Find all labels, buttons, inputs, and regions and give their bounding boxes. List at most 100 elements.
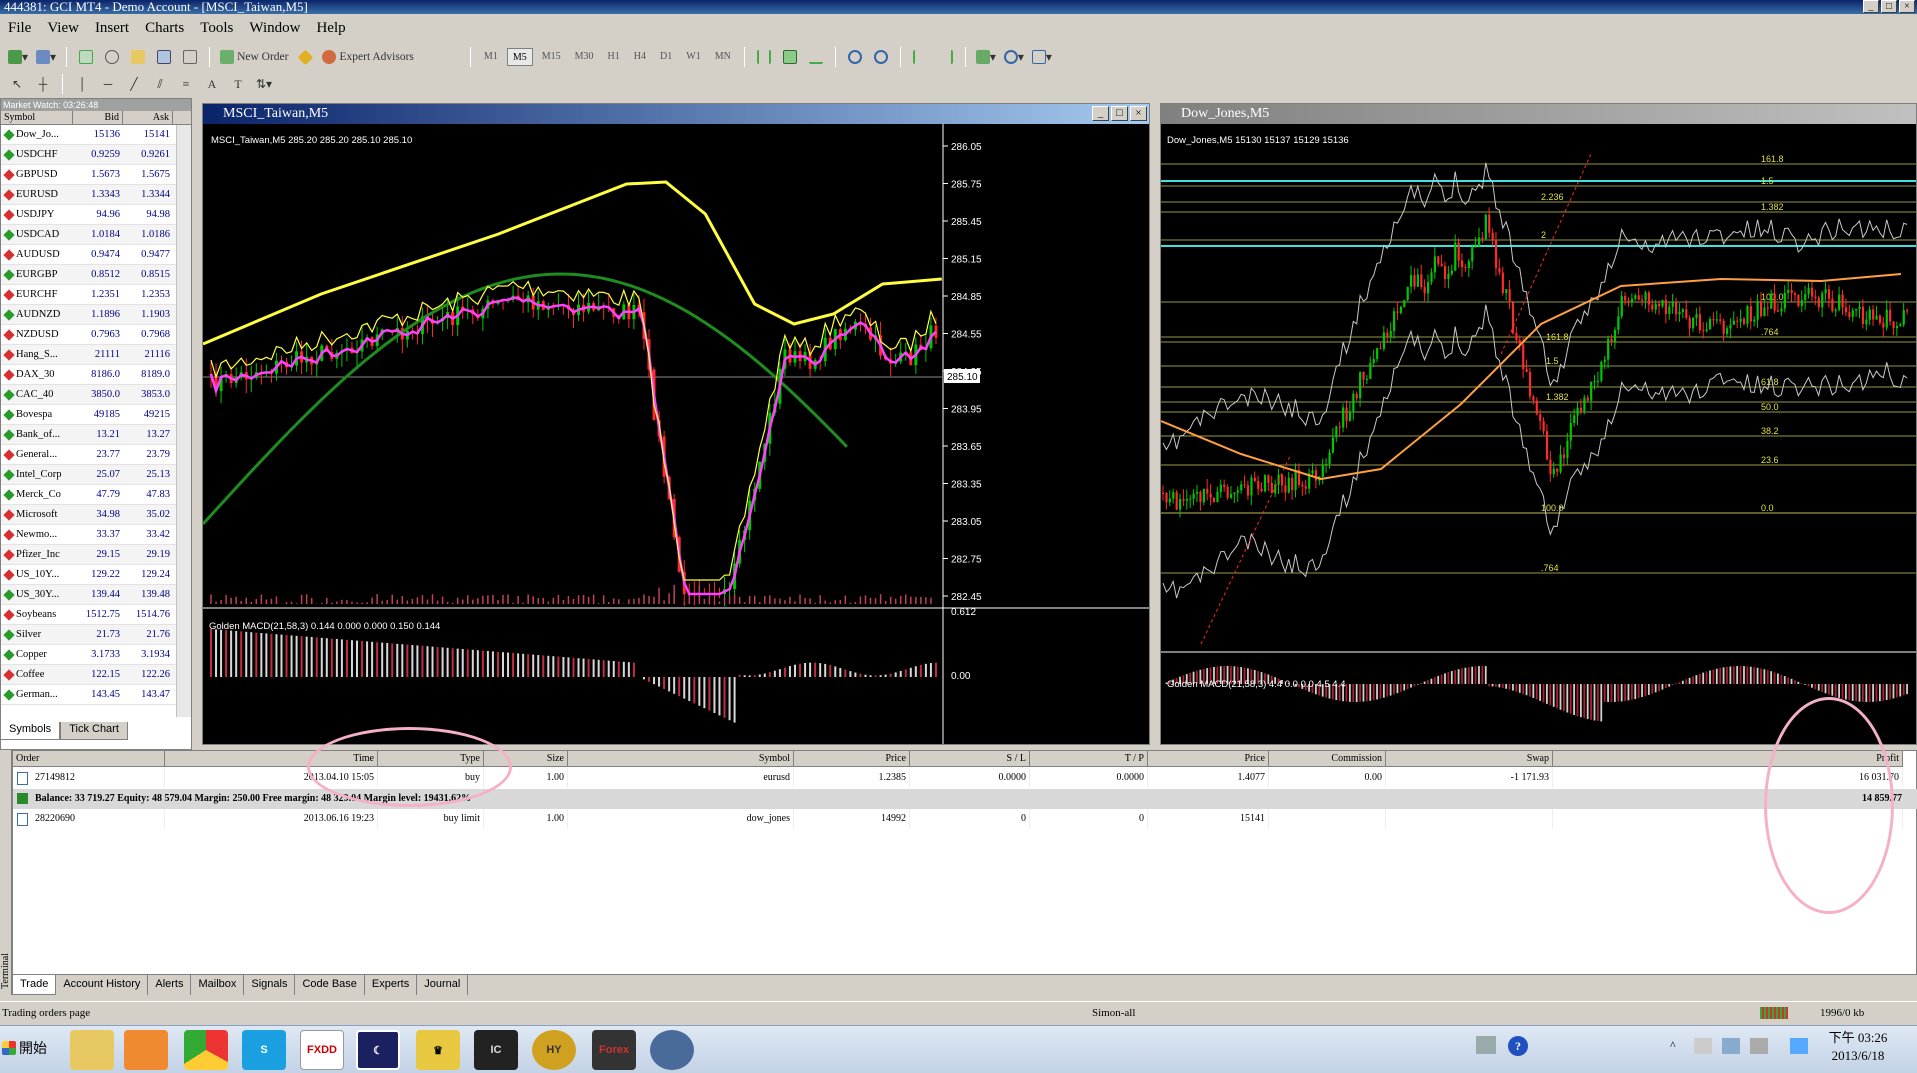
market-watch-row[interactable]: Bovespa 49185 49215 [1,405,191,425]
flag-icon[interactable] [1694,1038,1712,1054]
vertical-line-tool[interactable]: │ [71,74,93,94]
market-watch-row[interactable]: Coffee 122.15 122.26 [1,665,191,685]
auto-scroll-button[interactable] [909,47,931,67]
terminal-tab-alerts[interactable]: Alerts [148,975,192,995]
menu-charts[interactable]: Charts [137,17,192,39]
terminal-column-header[interactable]: Commission [1269,751,1386,767]
market-watch-row[interactable]: NZDUSD 0.7963 0.7968 [1,325,191,345]
chart-maximize-button[interactable]: □ [1111,106,1128,121]
data-window-button[interactable] [101,47,123,67]
market-watch-row[interactable]: USDJPY 94.96 94.98 [1,205,191,225]
market-watch-row[interactable]: EURCHF 1.2351 1.2353 [1,285,191,305]
market-watch-row[interactable]: US_10Y... 129.22 129.24 [1,565,191,585]
market-watch-row[interactable]: USDCAD 1.0184 1.0186 [1,225,191,245]
cursor-tool[interactable]: ↖ [6,74,28,94]
terminal-tab-signals[interactable]: Signals [244,975,296,995]
market-watch-row[interactable]: Hang_S... 21111 21116 [1,345,191,365]
column-ask[interactable]: Ask [123,111,173,124]
dow-chart-canvas[interactable]: 161.81.51.3822.2362100.0161.81.561.81.38… [1161,124,1916,744]
metaeditor-button[interactable] [294,47,316,67]
timeframe-m30[interactable]: M30 [570,48,599,66]
ic-taskbar-icon[interactable]: IC [474,1030,518,1070]
help-icon[interactable]: ? [1508,1036,1528,1056]
navigator-button[interactable] [127,47,149,67]
terminal-column-header[interactable]: Order [13,751,165,767]
timeframe-h4[interactable]: H4 [629,48,651,66]
menu-file[interactable]: File [0,17,39,39]
msci-chart-canvas[interactable]: 286.05285.75285.45285.15284.85284.55284.… [203,124,1149,744]
minimize-button[interactable]: _ [1863,0,1879,13]
table-row[interactable]: 27149812 2013.04.10 15:05 buy 1.00 eurusd 1.2… [13,768,1917,788]
menu-help[interactable]: Help [308,17,353,39]
forex-taskbar-icon[interactable]: Forex [592,1030,636,1070]
market-watch-row[interactable]: AUDNZD 1.1896 1.1903 [1,305,191,325]
fibonacci-tool[interactable]: ≡ [175,74,197,94]
tray-expand-icon[interactable]: ^ [1670,1038,1676,1053]
terminal-column-header[interactable]: T / P [1030,751,1148,767]
skype-taskbar-icon[interactable]: S [242,1030,286,1070]
timeframe-mn[interactable]: MN [710,48,736,66]
market-watch-row[interactable]: EURUSD 1.3343 1.3344 [1,185,191,205]
market-watch-row[interactable]: Pfizer_Inc 29.15 29.19 [1,545,191,565]
terminal-tab-trade[interactable]: Trade [12,975,57,995]
terminal-tab-code-base[interactable]: Code Base [295,975,365,995]
market-watch-row[interactable]: USDCHF 0.9259 0.9261 [1,145,191,165]
market-watch-row[interactable]: Soybeans 1512.75 1514.76 [1,605,191,625]
line-chart-button[interactable] [805,47,827,67]
volume-icon[interactable] [1750,1038,1768,1054]
crosshair-tool[interactable]: ┼ [32,74,54,94]
market-watch-row[interactable]: AUDUSD 0.9474 0.9477 [1,245,191,265]
market-watch-button[interactable] [75,47,97,67]
crown-taskbar-icon[interactable]: ♛ [416,1030,460,1070]
market-watch-row[interactable]: GBPUSD 1.5673 1.5675 [1,165,191,185]
timeframe-h1[interactable]: H1 [603,48,625,66]
arrows-tool[interactable]: ⇅▾ [253,74,275,94]
terminal-button[interactable] [153,47,175,67]
terminal-column-header[interactable]: Symbol [568,751,794,767]
market-watch-row[interactable]: Copper 3.1733 3.1934 [1,645,191,665]
maximize-button[interactable]: □ [1881,0,1897,13]
new-chart-button[interactable]: ▾ [6,47,30,67]
market-watch-row[interactable]: Intel_Corp 25.07 25.13 [1,465,191,485]
bluetooth-icon[interactable] [1790,1038,1808,1054]
new-order-button[interactable]: New Order [218,47,290,67]
globe-taskbar-icon[interactable] [650,1030,694,1070]
market-watch-row[interactable]: US_30Y... 139.44 139.48 [1,585,191,605]
network-icon[interactable] [1722,1038,1740,1054]
media-player-taskbar-icon[interactable] [124,1030,168,1070]
terminal-tab-mailbox[interactable]: Mailbox [191,975,245,995]
menu-insert[interactable]: Insert [87,17,137,39]
strategy-tester-button[interactable] [179,47,201,67]
balance-row[interactable]: Balance: 33 719.27 Equity: 48 579.04 Mar… [13,789,1917,809]
trendline-tool[interactable]: ╱ [123,74,145,94]
templates-button[interactable]: ▾ [1030,47,1054,67]
market-watch-row[interactable]: Newmo... 33.37 33.42 [1,525,191,545]
terminal-column-header[interactable]: S / L [910,751,1030,767]
market-watch-row[interactable]: German... 143.45 143.47 [1,685,191,705]
menu-window[interactable]: Window [241,17,308,39]
market-watch-row[interactable]: Merck_Co 47.79 47.83 [1,485,191,505]
menu-view[interactable]: View [39,17,87,39]
terminal-tab-journal[interactable]: Journal [417,975,469,995]
keyboard-icon[interactable] [1476,1036,1496,1054]
zoom-out-button[interactable] [870,47,892,67]
hy-taskbar-icon[interactable]: HY [532,1030,576,1070]
expert-advisors-button[interactable]: Expert Advisors [320,47,415,67]
terminal-column-header[interactable]: Price [1148,751,1269,767]
timeframe-d1[interactable]: D1 [655,48,677,66]
chrome-taskbar-icon[interactable] [184,1030,228,1070]
column-bid[interactable]: Bid [73,111,123,124]
label-tool[interactable]: T [227,74,249,94]
timeframe-m1[interactable]: M1 [479,48,503,66]
text-tool[interactable]: A [201,74,223,94]
market-watch-row[interactable]: DAX_30 8186.0 8189.0 [1,365,191,385]
terminal-tab-experts[interactable]: Experts [365,975,418,995]
close-button[interactable]: × [1899,0,1915,13]
market-watch-row[interactable]: Microsoft 34.98 35.02 [1,505,191,525]
explorer-taskbar-icon[interactable] [70,1030,114,1070]
system-clock[interactable]: 下午 03:26 2013/6/18 [1818,1029,1898,1065]
periods-button[interactable]: ▾ [1002,47,1026,67]
terminal-tab-account-history[interactable]: Account History [56,975,149,995]
market-watch-row[interactable]: Silver 21.73 21.76 [1,625,191,645]
menu-tools[interactable]: Tools [192,17,241,39]
